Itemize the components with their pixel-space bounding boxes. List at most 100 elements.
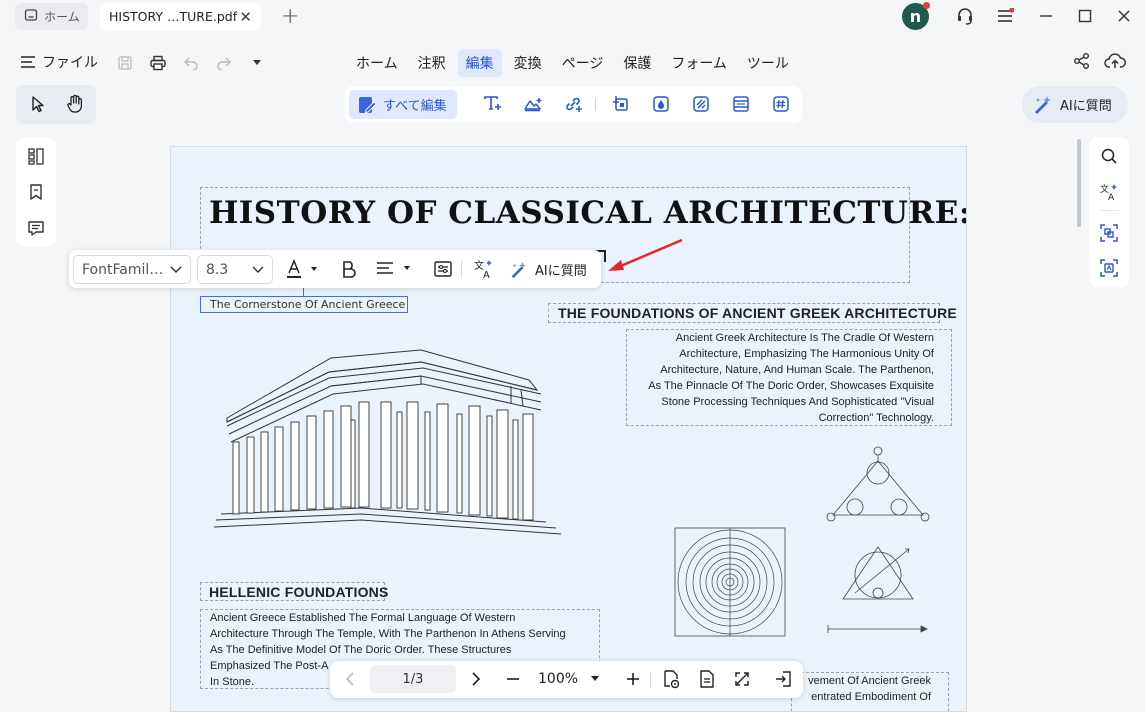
text-properties-icon[interactable] xyxy=(429,255,457,283)
bookmark-icon[interactable] xyxy=(22,178,50,206)
menu-home[interactable]: ホーム xyxy=(348,49,406,77)
menu-protect[interactable]: 保護 xyxy=(615,49,659,77)
notification-dot xyxy=(923,2,930,9)
zoom-out-icon[interactable] xyxy=(502,667,524,691)
svg-text:A: A xyxy=(1108,193,1115,202)
home-icon xyxy=(24,8,38,25)
section1-heading[interactable]: THE FOUNDATIONS OF ANCIENT GREEK ARCHITE… xyxy=(558,305,957,321)
edit-all-button[interactable]: すべて編集 xyxy=(349,90,457,119)
text-format-toolbar: FontFamil… 8.3 文A AIに質問 xyxy=(69,250,601,288)
avatar[interactable]: n xyxy=(902,2,930,30)
font-color-icon xyxy=(287,259,317,278)
tab-document[interactable]: HISTORY …TURE.pdf ✕ xyxy=(100,3,261,30)
section1-line: Architecture, Nature, And Human Scale. T… xyxy=(660,364,934,376)
section3-line: vement Of Ancient Greek xyxy=(808,675,931,687)
menu-annotate[interactable]: 注釈 xyxy=(410,49,454,77)
menu-tools[interactable]: ツール xyxy=(739,49,797,77)
nav-divider xyxy=(650,672,651,688)
translate-icon[interactable]: 文A xyxy=(1095,178,1123,206)
file-menu-label: ファイル xyxy=(42,55,98,71)
menu-edit[interactable]: 編集 xyxy=(457,49,502,77)
page-number-input[interactable]: 1/3 xyxy=(370,665,456,693)
zoom-select[interactable]: 100% xyxy=(538,665,600,693)
text-ask-ai-label: AIに質問 xyxy=(535,264,587,279)
subtitle-text-box[interactable]: The Cornerstone Of Ancient Greece xyxy=(200,296,408,313)
add-image-icon[interactable] xyxy=(519,90,547,118)
triangle-geometry-illustration xyxy=(826,446,930,633)
fullscreen-icon[interactable] xyxy=(731,667,753,691)
close-window-icon[interactable] xyxy=(1112,5,1136,27)
previous-page-icon[interactable] xyxy=(339,667,361,691)
hand-icon[interactable] xyxy=(61,90,89,118)
new-tab-button[interactable]: + xyxy=(281,4,299,29)
font-family-select[interactable]: FontFamil… xyxy=(73,255,191,284)
file-menu-button[interactable]: ファイル xyxy=(20,52,98,72)
section3-paragraph[interactable]: vement Of Ancient Greek entrated Embodim… xyxy=(791,673,931,705)
support-headset-icon[interactable] xyxy=(953,5,977,27)
close-tab-icon[interactable]: ✕ xyxy=(239,8,252,26)
pdf-page[interactable]: HISTORY OF CLASSICAL ARCHITECTURE: The C… xyxy=(170,146,967,712)
reading-mode-icon[interactable] xyxy=(660,667,682,691)
tab-document-label: HISTORY …TURE.pdf xyxy=(109,9,238,24)
text-align-button[interactable] xyxy=(373,255,413,283)
zoom-in-icon[interactable] xyxy=(622,667,644,691)
svg-text:A: A xyxy=(483,270,490,280)
background-icon[interactable] xyxy=(687,90,715,118)
cloud-upload-icon[interactable] xyxy=(1104,52,1126,74)
menu-page[interactable]: ページ xyxy=(554,49,612,77)
align-left-icon xyxy=(377,262,410,274)
compare-icon[interactable] xyxy=(1095,219,1123,247)
ask-ai-label: AIに質問 xyxy=(1060,99,1112,114)
undo-icon[interactable] xyxy=(181,53,201,73)
font-color-button[interactable] xyxy=(282,255,320,283)
font-size-select[interactable]: 8.3 xyxy=(197,255,273,284)
redo-icon[interactable] xyxy=(214,53,234,73)
section1-line: Architecture, Emphasizing The Harmonious… xyxy=(679,348,934,360)
comment-icon[interactable] xyxy=(22,214,50,242)
section1-line: As The Pinnacle Of The Doric Order, Show… xyxy=(648,380,934,392)
section2-heading[interactable]: HELLENIC FOUNDATIONS xyxy=(209,584,389,600)
red-arrow-annotation xyxy=(608,238,683,271)
ask-ai-button[interactable]: AIに質問 xyxy=(1022,86,1128,123)
add-text-icon[interactable] xyxy=(479,90,507,118)
section2-line: Architecture Through The Temple, With Th… xyxy=(210,628,566,640)
select-cursor-icon[interactable] xyxy=(24,90,52,118)
chevron-down-icon xyxy=(591,676,600,681)
crop-page-icon[interactable] xyxy=(607,90,635,118)
chevron-down-icon xyxy=(252,266,264,274)
sidebar-divider xyxy=(1099,210,1119,211)
thumbnails-icon[interactable] xyxy=(22,142,50,170)
toolbar-divider xyxy=(595,98,596,111)
add-link-icon[interactable] xyxy=(559,90,587,118)
title-bar: ホーム HISTORY …TURE.pdf ✕ + n xyxy=(0,0,1145,34)
collapse-panel-icon[interactable] xyxy=(772,667,794,691)
watermark-drop-icon[interactable] xyxy=(647,90,675,118)
tab-home[interactable]: ホーム xyxy=(15,3,88,30)
section1-line: Stone Processing Techniques And Sophisti… xyxy=(661,396,934,408)
document-title[interactable]: HISTORY OF CLASSICAL ARCHITECTURE: xyxy=(209,195,966,231)
save-icon[interactable] xyxy=(115,53,135,73)
translate-text-icon[interactable]: 文A xyxy=(470,255,498,283)
page-view-icon[interactable] xyxy=(696,667,718,691)
menu-form[interactable]: フォーム xyxy=(663,49,735,77)
edit-all-label: すべて編集 xyxy=(383,99,447,114)
concentric-circles-illustration xyxy=(674,527,786,637)
header-footer-icon[interactable] xyxy=(727,90,755,118)
search-icon[interactable] xyxy=(1095,142,1123,170)
ocr-scan-icon[interactable] xyxy=(1095,254,1123,282)
maximize-icon[interactable] xyxy=(1073,5,1097,27)
bold-icon[interactable] xyxy=(335,255,363,283)
text-ask-ai-button[interactable]: AIに質問 xyxy=(509,255,587,284)
menu-convert[interactable]: 変換 xyxy=(506,49,550,77)
chevron-down-icon[interactable] xyxy=(247,53,267,73)
next-page-icon[interactable] xyxy=(465,667,487,691)
scrollbar[interactable] xyxy=(1077,139,1081,227)
font-family-value: FontFamil… xyxy=(82,261,164,278)
print-icon[interactable] xyxy=(148,53,168,73)
section1-paragraph[interactable]: Ancient Greek Architecture Is The Cradle… xyxy=(626,330,934,426)
left-sidebar xyxy=(16,137,56,247)
bates-number-icon[interactable] xyxy=(767,90,795,118)
hamburger-menu-icon[interactable] xyxy=(993,5,1017,27)
share-icon[interactable] xyxy=(1073,52,1091,74)
minimize-icon[interactable] xyxy=(1034,5,1058,27)
